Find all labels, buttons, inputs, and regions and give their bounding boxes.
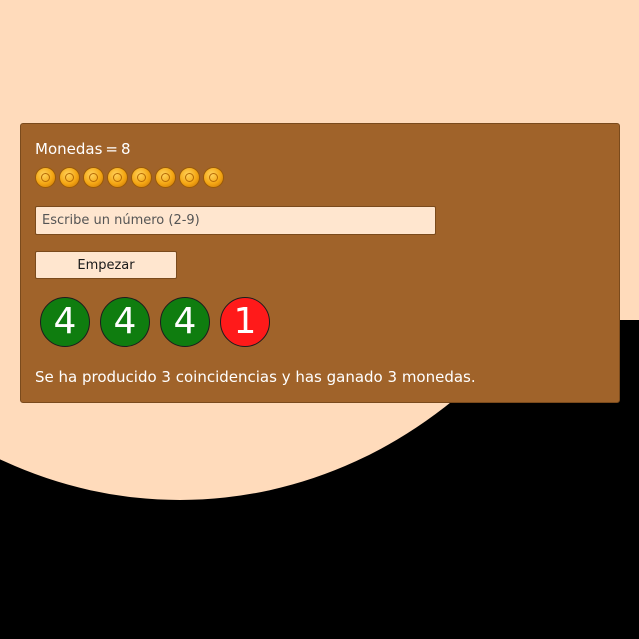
ball-match: 4 [40,297,90,347]
ball-no-match: 1 [220,297,270,347]
number-input[interactable] [35,206,436,235]
coin-icon [131,167,152,188]
coins-count: 8 [120,140,131,158]
coins-counter: Monedas = 8 [35,138,605,160]
ball-match: 4 [100,297,150,347]
coin-icon [179,167,200,188]
page: Monedas=8 Empezar 4 4 4 1 Se ha producid… [0,0,639,639]
coin-icon [203,167,224,188]
coin-icon [59,167,80,188]
ball-match: 4 [160,297,210,347]
coin-icon [35,167,56,188]
coins-equals: = [105,140,118,158]
result-balls: 4 4 4 1 [40,297,605,347]
coin-icon [83,167,104,188]
coin-icon [107,167,128,188]
result-message: Se ha producido 3 coincidencias y has ga… [35,368,476,386]
coins-label: Monedas [35,140,103,158]
coin-row [35,167,605,191]
start-button[interactable]: Empezar [35,251,177,279]
game-panel: Monedas=8 Empezar 4 4 4 1 Se ha producid… [20,123,620,403]
coin-icon [155,167,176,188]
